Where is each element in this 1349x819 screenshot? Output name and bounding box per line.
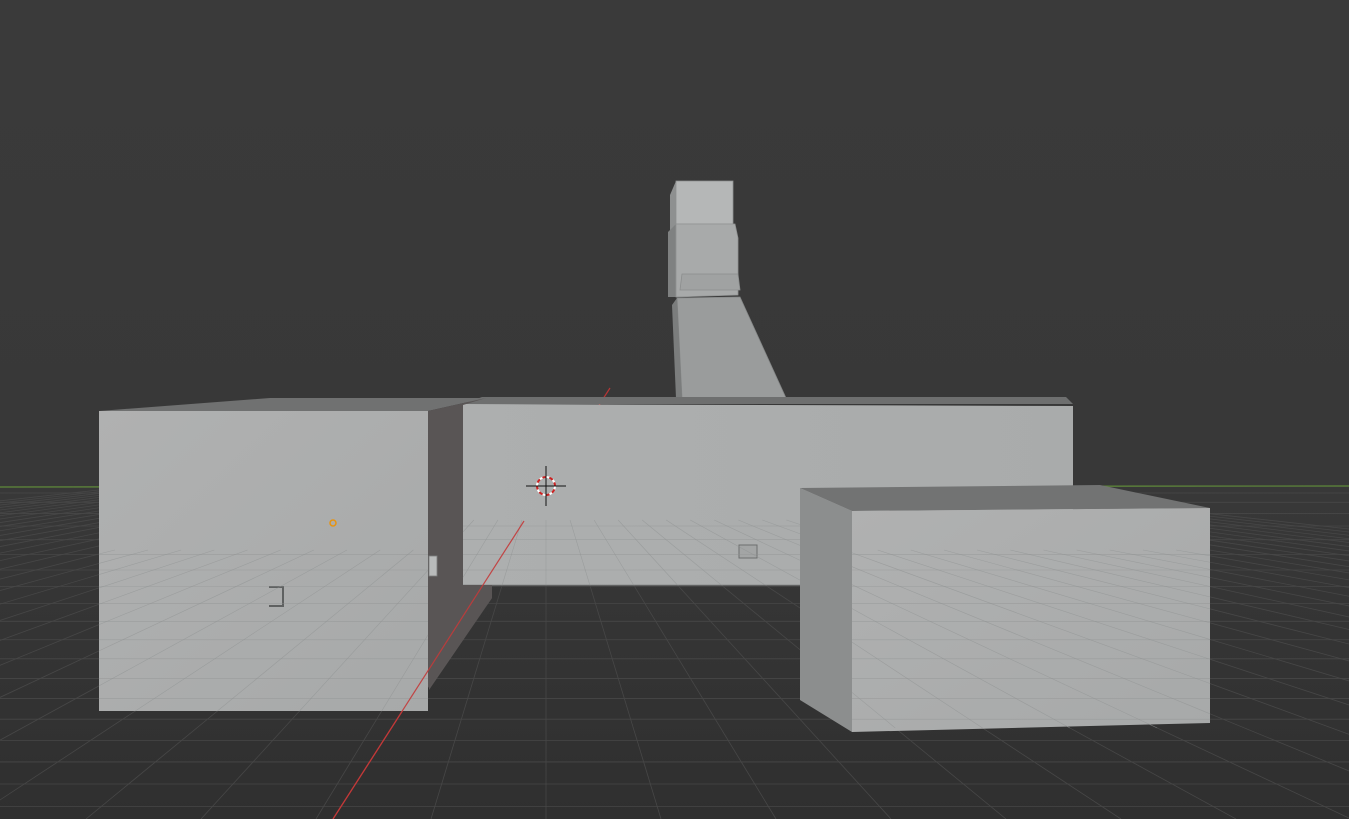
right-box-side: [800, 488, 852, 732]
left-box-side-tab: [428, 555, 438, 577]
left-box-front: [99, 411, 428, 711]
chute-top-block-front: [675, 180, 734, 225]
viewport-canvas[interactable]: [0, 0, 1349, 819]
chute-lip: [679, 273, 741, 291]
3d-viewport[interactable]: [0, 0, 1349, 819]
middle-box-top: [463, 397, 1073, 404]
chute-middle-block-side: [668, 224, 676, 297]
